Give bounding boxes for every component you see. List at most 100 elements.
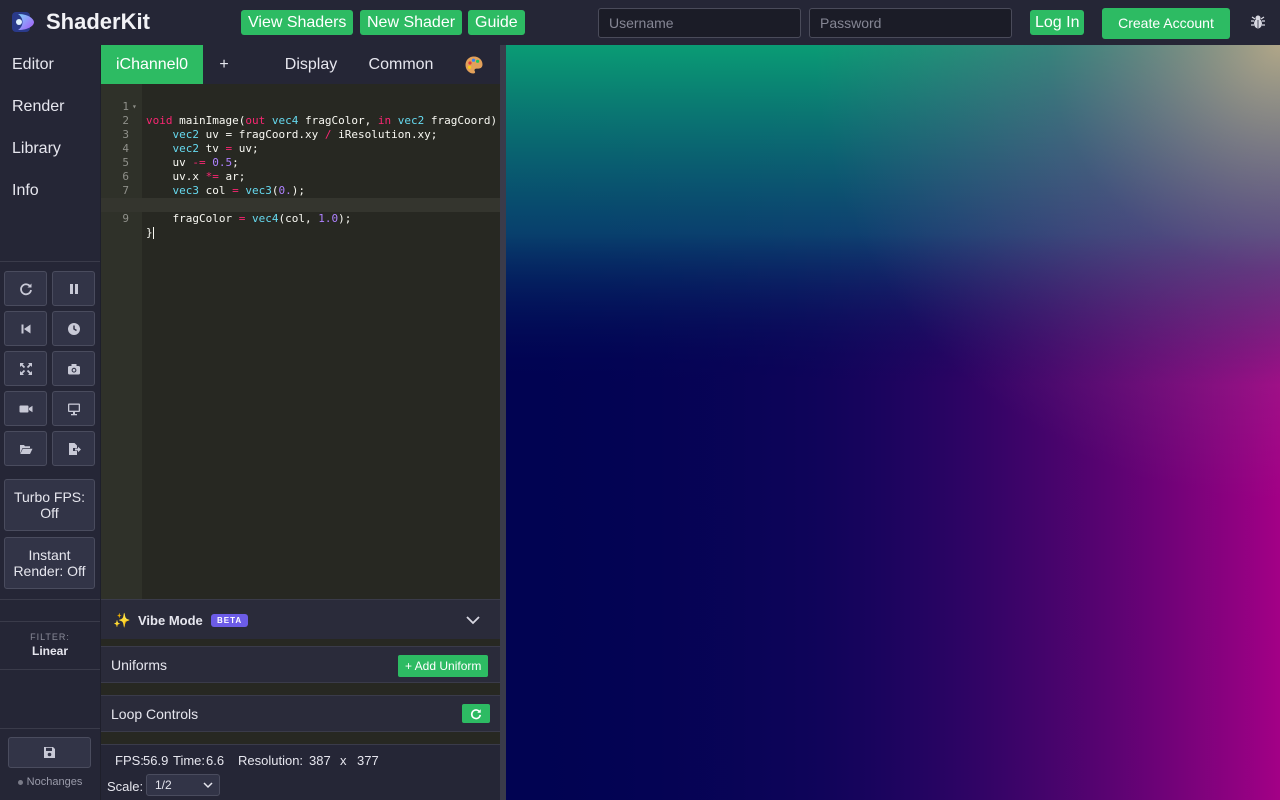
- turbo-fps-button[interactable]: Turbo FPS: Off: [4, 479, 95, 531]
- loop-controls-section: Loop Controls: [101, 695, 500, 732]
- monitor-icon: [67, 403, 80, 415]
- code-text: fragColor = vec4(col, 1.0);: [146, 212, 352, 225]
- tab-ichannel0[interactable]: iChannel0: [101, 45, 203, 84]
- tab-display[interactable]: Display: [277, 45, 345, 84]
- refresh-icon: [19, 282, 32, 295]
- save-icon: [44, 747, 55, 758]
- divider: [0, 599, 100, 600]
- code-line: 7 col += vec3(uv.x,uv.y,sin(iTime));: [101, 170, 500, 211]
- sidebar: Editor Render Library Info Turbo FPS: Of…: [0, 45, 100, 800]
- tab-add[interactable]: +: [209, 45, 239, 84]
- code-line: 8 fragColor = vec4(col, 1.0);: [101, 184, 500, 225]
- code-editor[interactable]: 1 ▾ void mainImage(out vec4 fragColor, in…: [101, 86, 500, 239]
- bug-icon[interactable]: [1250, 14, 1266, 30]
- time-label: Time:: [173, 753, 206, 768]
- open-file-button[interactable]: [4, 431, 47, 466]
- save-status: Nochanges: [0, 776, 100, 788]
- uniforms-section: Uniforms + Add Uniform: [101, 646, 500, 683]
- instant-render-value: Render: Off: [13, 563, 86, 579]
- video-icon: [19, 405, 32, 412]
- resolution-label: Resolution:: [238, 753, 304, 768]
- status-dot: [17, 779, 23, 785]
- editor-panel: iChannel0 + Display Common 1 ▾ void mainI…: [101, 45, 500, 800]
- view-shaders-button[interactable]: View Shaders: [241, 10, 354, 35]
- uniforms-title: Uniforms: [111, 657, 168, 673]
- password-field[interactable]: [809, 8, 1012, 38]
- instant-render-label: Instant: [28, 547, 71, 563]
- resolution-separator: x: [340, 753, 347, 768]
- save-button[interactable]: [8, 737, 91, 768]
- add-uniform-button[interactable]: + Add Uniform: [398, 655, 489, 677]
- divider: [0, 728, 100, 729]
- text-cursor: [152, 227, 154, 239]
- palette-icon[interactable]: [464, 55, 484, 75]
- instant-render-button[interactable]: Instant Render: Off: [4, 537, 95, 589]
- time-value: 6.6: [206, 753, 225, 768]
- export-icon: [68, 442, 81, 455]
- refresh-icon: [470, 708, 482, 719]
- code-line: 5 uv.x *= ar;: [101, 142, 500, 183]
- restart-button[interactable]: [4, 271, 47, 306]
- chevron-down-icon: [203, 782, 213, 789]
- divider: [0, 621, 100, 622]
- pause-icon: [69, 283, 78, 294]
- folder-open-icon: [19, 444, 32, 454]
- logo-icon: [12, 12, 34, 32]
- loop-reset-button[interactable]: [462, 704, 490, 723]
- code-line: 9 }: [101, 198, 500, 239]
- login-button[interactable]: Log In: [1030, 10, 1085, 35]
- code-line: 3 vec2 tv = uv;: [101, 114, 500, 155]
- tab-bar: iChannel0 + Display Common: [101, 45, 500, 84]
- vibe-mode-label: Vibe Mode: [138, 613, 203, 628]
- scale-value: 1/2: [155, 778, 172, 792]
- shader-canvas[interactable]: [506, 45, 1280, 800]
- sidebar-item-render[interactable]: Render: [0, 87, 100, 129]
- code-line: 2 vec2 uv = fragCoord.xy / iResolution.x…: [101, 100, 500, 141]
- fullscreen-icon: [19, 362, 32, 375]
- create-account-button[interactable]: Create Account: [1102, 8, 1230, 39]
- fullscreen-button[interactable]: [4, 351, 47, 386]
- sidebar-item-info[interactable]: Info: [0, 171, 100, 213]
- chevron-down-icon[interactable]: [465, 612, 481, 628]
- scale-label: Scale:: [107, 779, 144, 794]
- camera-icon: [67, 363, 80, 374]
- loop-controls-title: Loop Controls: [111, 706, 199, 722]
- guide-button[interactable]: Guide: [468, 10, 525, 35]
- sidebar-item-library[interactable]: Library: [0, 129, 100, 171]
- resolution-width: 387: [309, 753, 331, 768]
- sparkles-icon: ✨: [113, 612, 131, 628]
- time-button[interactable]: [52, 311, 95, 346]
- export-button[interactable]: [52, 431, 95, 466]
- new-shader-button[interactable]: New Shader: [360, 10, 463, 35]
- status-bar: FPS: 56.9 Time: 6.6 Resolution: 387 x 37…: [101, 744, 500, 800]
- top-bar: ShaderKit View Shaders New Shader Guide …: [0, 0, 1280, 45]
- shader-output: [506, 45, 1280, 800]
- turbo-fps-label: Turbo FPS:: [13, 489, 86, 505]
- code-line: 4 uv -= 0.5;: [101, 128, 500, 169]
- save-status-text: Nochanges: [26, 776, 83, 788]
- fps-value: 56.9: [143, 753, 169, 768]
- scale-select[interactable]: 1/2: [146, 774, 220, 796]
- filter-value[interactable]: Linear: [0, 644, 100, 658]
- beta-badge: BETA: [211, 614, 249, 627]
- screenshot-button[interactable]: [52, 351, 95, 386]
- skip-back-icon: [21, 324, 30, 333]
- code-line: 6 vec3 col = vec3(0.);: [101, 156, 500, 197]
- display-button[interactable]: [52, 391, 95, 426]
- brand[interactable]: ShaderKit: [10, 8, 150, 36]
- tab-common[interactable]: Common: [361, 45, 441, 84]
- record-button[interactable]: [4, 391, 47, 426]
- pause-button[interactable]: [52, 271, 95, 306]
- filter-label: FILTER:: [30, 632, 70, 642]
- clock-icon: [67, 322, 80, 335]
- fps-label: FPS:: [115, 753, 144, 768]
- username-field[interactable]: [598, 8, 801, 38]
- sidebar-item-editor[interactable]: Editor: [0, 45, 100, 87]
- code-text: }: [146, 226, 154, 239]
- rewind-button[interactable]: [4, 311, 47, 346]
- brand-name: ShaderKit: [46, 9, 150, 34]
- resolution-height: 377: [357, 753, 379, 768]
- vibe-mode-bar[interactable]: ✨ Vibe Mode BETA: [101, 599, 500, 639]
- code-line: 1 ▾ void mainImage(out vec4 fragColor, in…: [101, 86, 500, 127]
- turbo-fps-value: Off: [40, 505, 59, 521]
